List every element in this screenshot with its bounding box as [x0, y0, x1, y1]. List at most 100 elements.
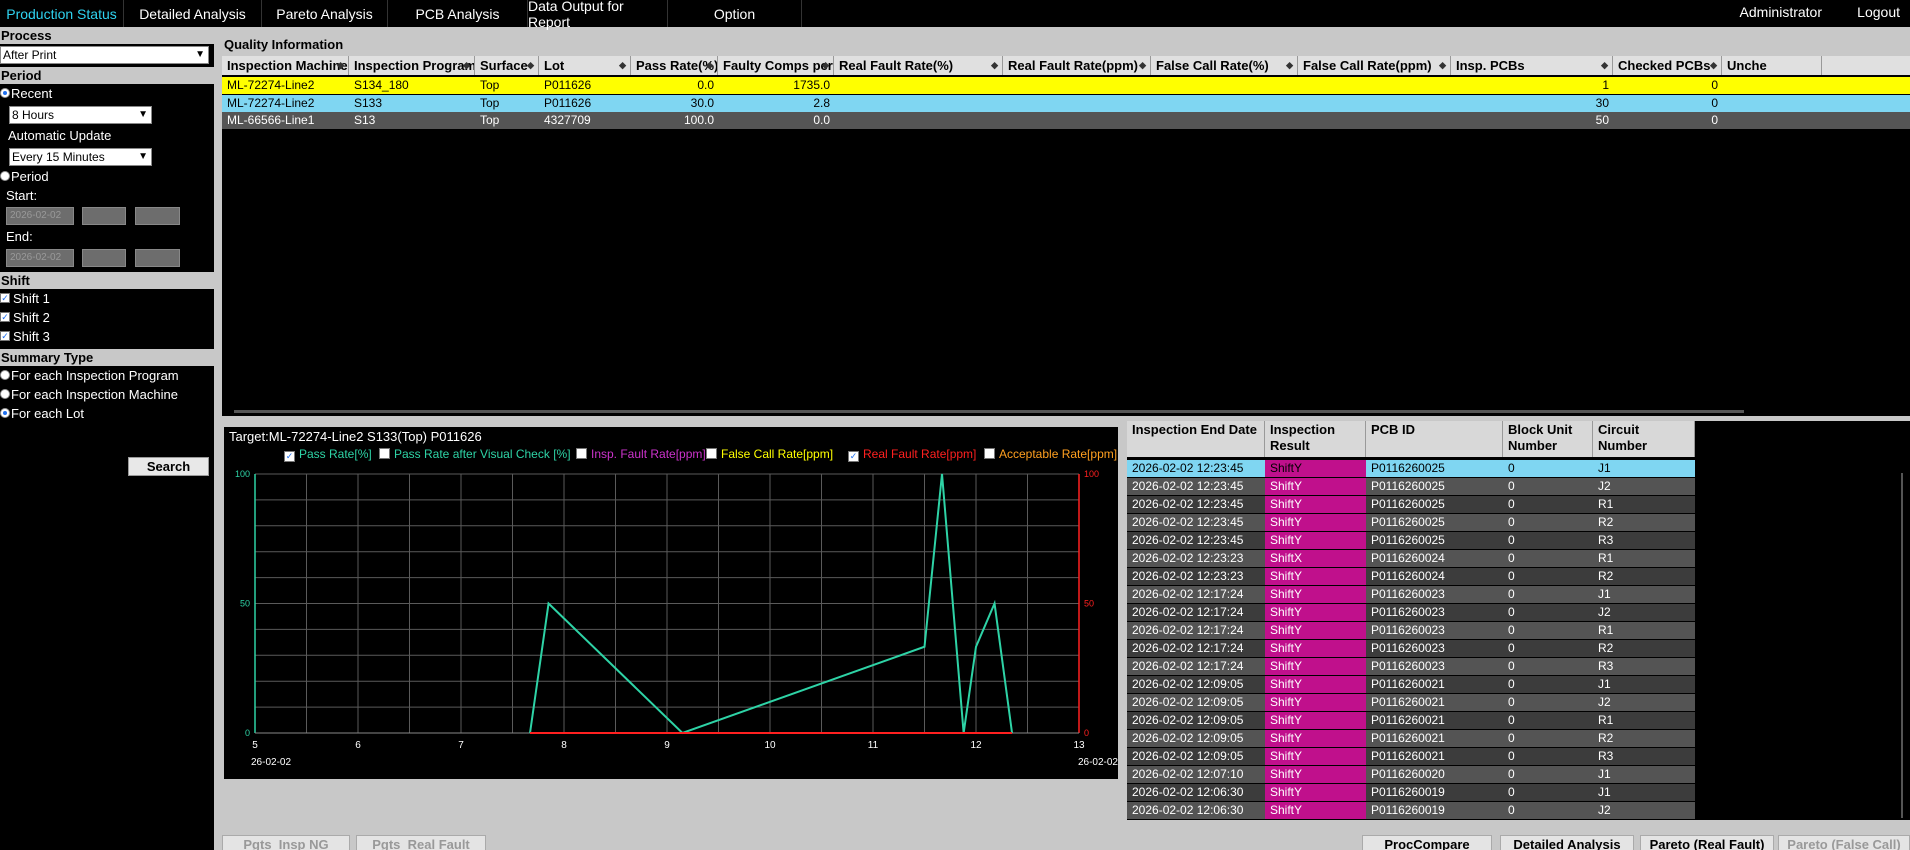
list-item[interactable]: 2026-02-02 12:09:05 ShiftY P0116260021 0 R1 [1127, 712, 1695, 730]
quality-table-row[interactable]: ML-66566-Line1 S13 Top 4327709 100.0 0.0 50 0 [222, 112, 1910, 129]
list-item[interactable]: 2026-02-02 12:23:45 ShiftY P0116260025 0 R3 [1127, 532, 1695, 550]
list-cell: ShiftY [1265, 532, 1366, 549]
quality-col-header[interactable]: False Call Rate(%) ◆ [1151, 56, 1298, 75]
tab-option[interactable]: Option [668, 0, 802, 27]
list-col-header[interactable]: Inspection Result [1265, 421, 1366, 457]
auto-update-select[interactable]: Every 15 Minutes ▼ [9, 148, 152, 166]
list-item[interactable]: 2026-02-02 12:23:23 ShiftY P0116260024 0 R2 [1127, 568, 1695, 586]
quality-table-row[interactable]: ML-72274-Line2 S134_180 Top P011626 0.0 1735.… [222, 77, 1910, 94]
list-cell: P0116260023 [1371, 623, 1445, 637]
end-hour-input[interactable] [82, 249, 126, 267]
summary-program-radio[interactable] [0, 370, 10, 380]
search-button[interactable]: Search [128, 457, 209, 476]
quality-col-label: Unche [1727, 58, 1767, 73]
user-name: Administrator [1739, 4, 1822, 20]
tab-production-status[interactable]: Production Status [0, 0, 124, 27]
start-minute-input[interactable] [135, 207, 180, 225]
list-item[interactable]: 2026-02-02 12:09:05 ShiftY P0116260021 0 J2 [1127, 694, 1695, 712]
process-select[interactable]: After Print ▼ [0, 46, 209, 64]
quality-col-header[interactable]: Real Fault Rate(ppm) ◆ [1003, 56, 1151, 75]
list-cell: 0 [1508, 515, 1515, 529]
period-option-label: Period [11, 169, 49, 184]
bottom-button[interactable]: Pgts_Insp NG [222, 835, 350, 850]
list-item[interactable]: 2026-02-02 12:17:24 ShiftY P0116260023 0 R3 [1127, 658, 1695, 676]
quality-cell: 0.0 [697, 78, 714, 92]
logout-link[interactable]: Logout [1857, 4, 1900, 20]
list-item[interactable]: 2026-02-02 12:23:45 ShiftY P0116260025 0 R2 [1127, 514, 1695, 532]
quality-col-header[interactable]: Unche [1722, 56, 1822, 75]
quality-table-row[interactable]: ML-72274-Line2 S133 Top P011626 30.0 2.8 30 0 [222, 95, 1910, 112]
list-item[interactable]: 2026-02-02 12:23:45 ShiftY P0116260025 0 J2 [1127, 478, 1695, 496]
tab-data-output[interactable]: Data Output for Report [528, 0, 668, 30]
quality-cell: 0 [1711, 113, 1718, 127]
tab-pareto-analysis[interactable]: Pareto Analysis [262, 0, 388, 27]
horizontal-scrollbar[interactable] [234, 410, 1744, 413]
start-hour-input[interactable] [82, 207, 126, 225]
list-item[interactable]: 2026-02-02 12:07:10 ShiftY P0116260020 0 J1 [1127, 766, 1695, 784]
list-item[interactable]: 2026-02-02 12:23:23 ShiftX P0116260024 0 R1 [1127, 550, 1695, 568]
list-item[interactable]: 2026-02-02 12:17:24 ShiftY P0116260023 0 J1 [1127, 586, 1695, 604]
quality-col-header[interactable]: Surface ◆ [475, 56, 539, 75]
start-date-input[interactable]: 2026-02-02 [6, 207, 74, 225]
shift1-checkbox[interactable]: ✓ [0, 293, 10, 303]
quality-col-header[interactable]: Faulty Comps per PCB◆ [718, 56, 834, 75]
quality-col-header[interactable]: Checked PCBs ◆ [1613, 56, 1722, 75]
list-item[interactable]: 2026-02-02 12:06:30 ShiftY P0116260019 0 J2 [1127, 802, 1695, 820]
summary-machine-radio[interactable] [0, 389, 10, 399]
trend-chart: Target:ML-72274-Line2 S133(Top) P011626 … [224, 427, 1118, 779]
bottom-button[interactable]: Pareto (Real Fault) [1640, 835, 1774, 850]
end-date-input[interactable]: 2026-02-02 [6, 249, 74, 267]
list-item[interactable]: 2026-02-02 12:06:30 ShiftY P0116260019 0 J1 [1127, 784, 1695, 802]
list-item[interactable]: 2026-02-02 12:23:45 ShiftY P0116260025 0 J1 [1127, 460, 1695, 478]
list-col-header[interactable]: Inspection End Date [1127, 421, 1265, 457]
quality-col-header[interactable]: Real Fault Rate(%) ◆ [834, 56, 1003, 75]
quality-col-header[interactable]: Lot ◆ [539, 56, 631, 75]
recent-radio[interactable] [0, 88, 10, 98]
quality-col-label: Faulty Comps per PCB [723, 58, 833, 73]
list-col-header[interactable]: Block Unit Number [1503, 421, 1593, 457]
list-cell: 0 [1508, 803, 1515, 817]
list-item[interactable]: 2026-02-02 12:09:05 ShiftY P0116260021 0 J1 [1127, 676, 1695, 694]
auto-update-value: Every 15 Minutes [12, 150, 105, 164]
end-minute-input[interactable] [135, 249, 180, 267]
bottom-button[interactable]: Pareto (False Call) [1778, 835, 1910, 850]
list-item[interactable]: 2026-02-02 12:17:24 ShiftY P0116260023 0 J2 [1127, 604, 1695, 622]
quality-col-header[interactable]: Inspection Machine ◆ [222, 56, 349, 75]
period-radio[interactable] [0, 171, 10, 181]
list-cell: 2026-02-02 12:23:45 [1132, 479, 1244, 493]
list-cell: R1 [1598, 623, 1614, 637]
list-cell: ShiftY [1265, 676, 1366, 693]
bottom-button[interactable]: Pgts_Real Fault [356, 835, 486, 850]
list-cell: 2026-02-02 12:23:45 [1132, 515, 1244, 529]
list-item[interactable]: 2026-02-02 12:23:45 ShiftY P0116260025 0 R1 [1127, 496, 1695, 514]
list-cell: 0 [1508, 551, 1515, 565]
list-item[interactable]: 2026-02-02 12:09:05 ShiftY P0116260021 0 R2 [1127, 730, 1695, 748]
tab-detailed-analysis[interactable]: Detailed Analysis [124, 0, 262, 27]
quality-cell: 0 [1711, 96, 1718, 110]
bottom-button[interactable]: Detailed Analysis [1500, 835, 1634, 850]
date-label-right: 26-02-02 [1078, 757, 1118, 768]
list-cell: ShiftY [1265, 496, 1366, 513]
list-cell: ShiftY [1265, 694, 1366, 711]
list-col-header[interactable]: Circuit Number [1593, 421, 1695, 457]
list-cell: P0116260024 [1371, 551, 1445, 565]
quality-col-header[interactable]: Pass Rate(%) ◆ [631, 56, 718, 75]
list-item[interactable]: 2026-02-02 12:09:05 ShiftY P0116260021 0 R3 [1127, 748, 1695, 766]
list-item[interactable]: 2026-02-02 12:17:24 ShiftY P0116260023 0 R2 [1127, 640, 1695, 658]
quality-col-header[interactable]: Insp. PCBs ◆ [1451, 56, 1613, 75]
tab-pcb-analysis[interactable]: PCB Analysis [388, 0, 528, 27]
list-cell: 2026-02-02 12:17:24 [1132, 587, 1244, 601]
list-col-header[interactable]: PCB ID [1366, 421, 1503, 457]
vertical-scrollbar[interactable] [1901, 473, 1903, 818]
shift3-checkbox[interactable]: ✓ [0, 331, 10, 341]
shift2-checkbox[interactable]: ✓ [0, 312, 10, 322]
summary-lot-radio[interactable] [0, 408, 10, 418]
recent-hours-select[interactable]: 8 Hours ▼ [9, 106, 152, 124]
list-item[interactable]: 2026-02-02 12:17:24 ShiftY P0116260023 0 R1 [1127, 622, 1695, 640]
quality-col-header[interactable]: Inspection Program ◆ [349, 56, 475, 75]
quality-col-header[interactable]: False Call Rate(ppm) ◆ [1298, 56, 1451, 75]
quality-col-label: Inspection Machine [227, 58, 348, 73]
bottom-button[interactable]: ProcCompare [1362, 835, 1492, 850]
list-cell: ShiftY [1265, 622, 1366, 639]
list-cell: 2026-02-02 12:09:05 [1132, 731, 1244, 745]
